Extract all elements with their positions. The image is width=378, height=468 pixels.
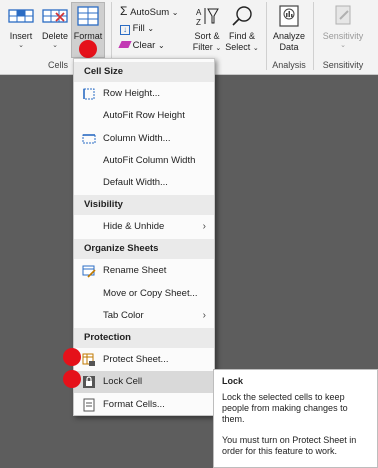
column-width-label: Column Width... xyxy=(103,133,171,144)
delete-button[interactable]: Delete ⌄ xyxy=(40,2,70,58)
menu-item-default-width[interactable]: Default Width... xyxy=(74,172,214,194)
tooltip-description: Lock the selected cells to keep people f… xyxy=(222,392,348,424)
menu-item-move-copy-sheet[interactable]: Move or Copy Sheet... xyxy=(74,283,214,305)
sensitivity-label: Sensitivity xyxy=(322,31,364,41)
column-width-icon xyxy=(82,134,96,144)
menu-item-lock-cell[interactable]: Lock Cell xyxy=(74,371,214,393)
format-cells-icon xyxy=(77,6,99,26)
default-width-label: Default Width... xyxy=(103,177,168,188)
fill-button[interactable]: ↓ Fill ⌄ xyxy=(120,21,154,36)
format-dropdown-menu: Cell Size Row Height... AutoFit Row Heig… xyxy=(73,58,215,416)
autosum-button[interactable]: Σ AutoSum ⌄ xyxy=(120,4,178,19)
section-header-organize-sheets: Organize Sheets xyxy=(74,239,214,259)
delete-label: Delete xyxy=(41,31,68,41)
find-select-label-2: Select ⌄ xyxy=(225,42,259,52)
rename-sheet-label: Rename Sheet xyxy=(103,265,167,276)
chevron-down-icon: ⌄ xyxy=(147,24,155,33)
analyze-data-button[interactable]: Analyze Data xyxy=(270,2,308,58)
rename-sheet-icon xyxy=(82,265,96,278)
autofit-row-height-label: AutoFit Row Height xyxy=(103,110,185,121)
magnifier-icon xyxy=(232,6,252,26)
row-height-icon xyxy=(83,88,95,100)
sensitivity-icon xyxy=(335,5,351,25)
analyze-label-2: Data xyxy=(279,42,299,52)
menu-item-autofit-column-width[interactable]: AutoFit Column Width xyxy=(74,150,214,172)
sort-filter-label-1: Sort & xyxy=(194,31,220,41)
menu-item-hide-unhide[interactable]: Hide & Unhide › xyxy=(74,216,214,238)
fill-icon: ↓ xyxy=(120,25,130,35)
lock-icon xyxy=(83,376,95,388)
find-select-label-1: Find & xyxy=(228,31,255,41)
tooltip-note: You must turn on Protect Sheet in order … xyxy=(222,435,357,456)
sort-filter-icon: A Z xyxy=(196,8,219,27)
insert-cells-icon xyxy=(8,9,34,23)
sensitivity-button[interactable]: Sensitivity ⌄ xyxy=(316,2,370,58)
lock-cell-tooltip: Lock Lock the selected cells to keep peo… xyxy=(213,369,378,468)
hide-unhide-label: Hide & Unhide xyxy=(103,221,165,232)
protect-sheet-icon xyxy=(82,353,95,366)
menu-item-rename-sheet[interactable]: Rename Sheet xyxy=(74,260,214,282)
tooltip-title: Lock xyxy=(222,376,244,386)
row-height-label: Row Height... xyxy=(103,88,161,99)
svg-text:Z: Z xyxy=(196,18,201,27)
analyze-data-icon xyxy=(279,5,299,27)
menu-item-tab-color[interactable]: Tab Color › xyxy=(74,305,214,327)
find-select-button[interactable]: Find & Select ⌄ xyxy=(224,2,260,58)
step-marker xyxy=(79,40,97,58)
step-marker xyxy=(63,370,81,388)
menu-item-row-height[interactable]: Row Height... xyxy=(74,83,214,105)
move-copy-sheet-label: Move or Copy Sheet... xyxy=(103,288,198,299)
chevron-right-icon: › xyxy=(202,221,206,232)
sort-filter-label-2: Filter ⌄ xyxy=(192,42,222,52)
menu-item-column-width[interactable]: Column Width... xyxy=(74,128,214,150)
autofit-column-width-label: AutoFit Column Width xyxy=(103,155,196,166)
section-header-protection: Protection xyxy=(74,328,214,348)
svg-text:A: A xyxy=(196,8,202,17)
autosum-label: AutoSum xyxy=(130,7,170,18)
section-header-cell-size: Cell Size xyxy=(74,62,214,82)
lock-cell-label: Lock Cell xyxy=(103,376,143,387)
format-cells-label: Format Cells... xyxy=(103,399,165,410)
eraser-icon xyxy=(118,41,132,48)
autosum-icon: Σ xyxy=(120,4,128,18)
delete-cells-icon xyxy=(42,9,68,23)
chevron-down-icon: ⌄ xyxy=(157,41,165,50)
step-marker xyxy=(63,348,81,366)
analysis-group-label: Analysis xyxy=(272,60,306,70)
section-header-visibility: Visibility xyxy=(74,195,214,215)
group-divider xyxy=(266,2,267,70)
clear-button[interactable]: Clear ⌄ xyxy=(118,38,165,53)
clear-label: Clear xyxy=(132,40,156,51)
group-divider xyxy=(313,2,314,70)
insert-label: Insert xyxy=(9,31,33,41)
analyze-label-1: Analyze xyxy=(272,31,306,41)
cells-group-label: Cells xyxy=(47,60,68,70)
protect-sheet-label: Protect Sheet... xyxy=(103,354,169,365)
chevron-down-icon: ⌄ xyxy=(52,42,58,49)
menu-item-protect-sheet[interactable]: Protect Sheet... xyxy=(74,349,214,371)
sort-filter-button[interactable]: A Z Sort & Filter ⌄ xyxy=(190,2,224,58)
format-cells-dialog-icon xyxy=(83,398,95,412)
chevron-down-icon: ⌄ xyxy=(171,8,179,17)
menu-item-format-cells[interactable]: Format Cells... xyxy=(74,394,214,416)
menu-item-autofit-row-height[interactable]: AutoFit Row Height xyxy=(74,105,214,127)
fill-label: Fill xyxy=(132,23,145,34)
chevron-right-icon: › xyxy=(202,310,206,321)
insert-button[interactable]: Insert ⌄ xyxy=(6,2,36,58)
tab-color-label: Tab Color xyxy=(103,310,144,321)
chevron-down-icon: ⌄ xyxy=(18,42,24,49)
sensitivity-group-label: Sensitivity xyxy=(322,60,364,70)
chevron-down-icon: ⌄ xyxy=(340,42,346,49)
